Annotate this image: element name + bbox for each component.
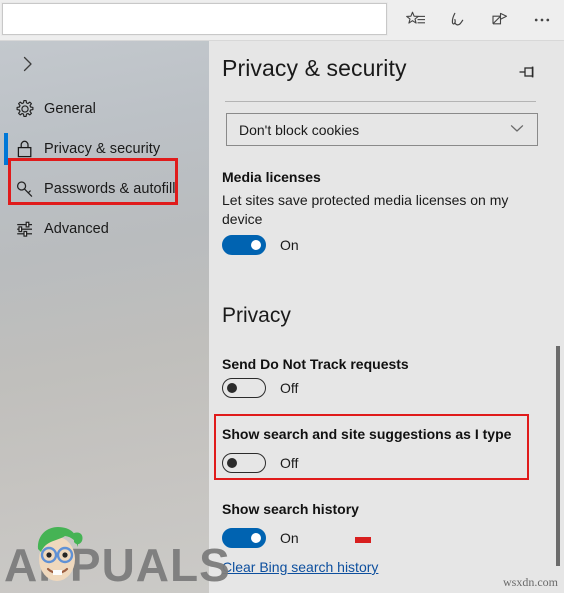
sidebar-item-label: General <box>44 101 96 117</box>
scrollbar-thumb[interactable] <box>556 346 560 566</box>
sidebar-item-privacy-security[interactable]: Privacy & security <box>0 129 209 169</box>
more-icon[interactable] <box>521 1 563 39</box>
search-suggestions-toggle[interactable] <box>222 453 266 473</box>
page-title: Privacy & security <box>222 55 407 81</box>
title-divider <box>225 101 536 102</box>
clear-bing-search-history-link[interactable]: Clear Bing search history <box>222 559 378 575</box>
content-scrollbar[interactable] <box>556 41 560 593</box>
toggle-knob <box>227 458 237 468</box>
toolbar-icon-group <box>395 0 564 40</box>
annotation-dash-mark <box>355 537 371 543</box>
cookies-dropdown-value: Don't block cookies <box>239 121 360 138</box>
gear-icon <box>14 97 44 121</box>
pin-icon[interactable] <box>514 59 542 85</box>
sliders-icon <box>14 217 44 241</box>
sidebar-item-passwords-autofill[interactable]: Passwords & autofill <box>0 169 209 209</box>
media-licenses-toggle-row: On <box>222 234 299 256</box>
search-history-toggle-label: On <box>280 530 299 546</box>
lock-icon <box>14 137 44 161</box>
do-not-track-heading: Send Do Not Track requests <box>222 356 409 372</box>
search-suggestions-heading: Show search and site suggestions as I ty… <box>222 426 512 442</box>
key-icon <box>14 177 44 201</box>
edge-settings-window: General Privacy & security Passwords & a… <box>0 0 564 593</box>
search-suggestions-toggle-row: Off <box>222 452 298 474</box>
search-history-heading: Show search history <box>222 501 359 517</box>
media-licenses-toggle-label: On <box>280 237 299 253</box>
media-licenses-description: Let sites save protected media licenses … <box>222 192 509 227</box>
do-not-track-toggle-label: Off <box>280 380 299 396</box>
toggle-knob <box>251 240 261 250</box>
settings-content-pane: Privacy & security Don't block cookies M… <box>209 41 564 593</box>
sidebar-item-label: Advanced <box>44 221 109 237</box>
web-notes-icon[interactable] <box>437 1 479 39</box>
do-not-track-toggle-row: Off <box>222 377 298 399</box>
search-history-toggle-row: On <box>222 527 299 549</box>
privacy-group-heading: Privacy <box>222 304 291 327</box>
search-history-toggle[interactable] <box>222 528 266 548</box>
do-not-track-toggle[interactable] <box>222 378 266 398</box>
toggle-knob <box>251 533 261 543</box>
media-licenses-toggle[interactable] <box>222 235 266 255</box>
sidebar-item-advanced[interactable]: Advanced <box>0 209 209 249</box>
favorites-icon[interactable] <box>395 1 437 39</box>
sidebar-item-general[interactable]: General <box>0 89 209 129</box>
browser-toolbar <box>0 0 564 41</box>
sidebar-item-label: Privacy & security <box>44 141 161 157</box>
sidebar-item-label: Passwords & autofill <box>44 181 176 197</box>
media-licenses-heading: Media licenses <box>222 169 321 185</box>
settings-sidebar: General Privacy & security Passwords & a… <box>0 41 209 593</box>
toggle-knob <box>227 383 237 393</box>
address-bar-input[interactable] <box>1 2 388 36</box>
cookies-dropdown[interactable]: Don't block cookies <box>226 113 538 146</box>
search-suggestions-toggle-label: Off <box>280 455 299 471</box>
sidebar-nav-list: General Privacy & security Passwords & a… <box>0 89 209 249</box>
sidebar-expand-icon[interactable] <box>8 47 48 81</box>
share-icon[interactable] <box>479 1 521 39</box>
chevron-down-icon <box>509 121 525 139</box>
